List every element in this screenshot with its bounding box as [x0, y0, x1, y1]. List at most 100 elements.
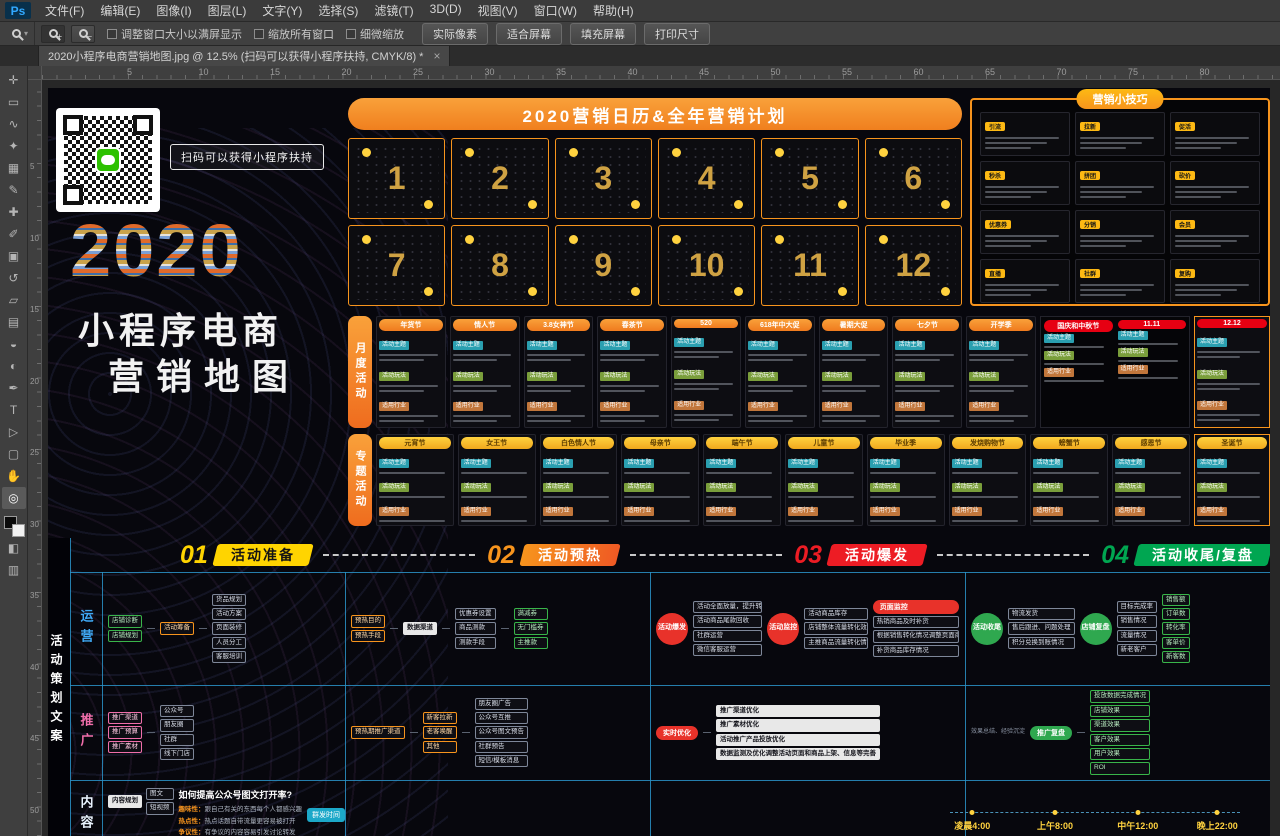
- calendar-month-12: 12: [865, 225, 962, 306]
- text-line: [600, 420, 645, 422]
- options-button-2[interactable]: 填充屏幕: [570, 23, 636, 45]
- cell-operations-phase4: 活动收尾物流发货售后跟进、问题处理积分兑换到账情况店铺复盘目标完成率销售情况流量…: [965, 574, 1270, 683]
- holiday-name: 母亲节: [624, 437, 696, 449]
- map-node: 积分兑换到账情况: [1008, 637, 1075, 649]
- timeline-time: 晚上22:00: [1195, 819, 1241, 832]
- text-line: [985, 196, 1031, 198]
- zoom-out-button[interactable]: −: [71, 25, 95, 43]
- ruler-mark: 30: [30, 521, 39, 529]
- menu-item-2[interactable]: 图像(I): [148, 0, 199, 21]
- brush-tool[interactable]: ✐: [2, 223, 26, 245]
- checkbox-box-icon[interactable]: [107, 29, 117, 39]
- screen-mode-toggle[interactable]: ▥: [2, 559, 26, 581]
- eyedropper-tool[interactable]: ✎: [2, 179, 26, 201]
- menu-item-0[interactable]: 文件(F): [37, 0, 92, 21]
- holiday-name: 发烧购物节: [952, 437, 1024, 449]
- festival-dot: [528, 287, 537, 296]
- option-checkbox-1[interactable]: 缩放所有窗口: [254, 26, 334, 42]
- checkbox-box-icon[interactable]: [254, 29, 264, 39]
- holiday-card: 发烧购物节活动主题活动玩法适用行业: [949, 434, 1027, 526]
- shape-tool[interactable]: ▢: [2, 443, 26, 465]
- hand-tool[interactable]: ✋: [2, 465, 26, 487]
- map-node: 社群: [160, 734, 194, 746]
- options-button-3[interactable]: 打印尺寸: [644, 23, 710, 45]
- phase-01: 01活动准备: [180, 541, 311, 570]
- move-tool[interactable]: ✛: [2, 69, 26, 91]
- option-checkbox-0[interactable]: 调整窗口大小以满屏显示: [107, 26, 242, 42]
- holiday-section: 活动主题: [1033, 451, 1105, 475]
- section-chip: 活动主题: [748, 341, 778, 350]
- text-line: [985, 142, 1047, 144]
- clone-stamp-tool[interactable]: ▣: [2, 245, 26, 267]
- quick-select-tool[interactable]: ✦: [2, 135, 26, 157]
- text-line: [1080, 137, 1154, 139]
- holiday-card: 端午节活动主题活动玩法适用行业: [703, 434, 781, 526]
- holiday-section: 适用行业: [1197, 499, 1267, 523]
- section-chip: 活动玩法: [1197, 483, 1227, 492]
- document-tab[interactable]: 2020小程序电商营销地图.jpg @ 12.5% (扫码可以获得小程序扶持, …: [38, 46, 450, 66]
- menu-item-6[interactable]: 滤镜(T): [366, 0, 421, 21]
- map-node: 推广预算: [108, 726, 142, 738]
- quick-mask-toggle[interactable]: ◧: [2, 537, 26, 559]
- menu-item-9[interactable]: 窗口(W): [526, 0, 585, 21]
- lasso-tool[interactable]: ∿: [2, 113, 26, 135]
- section-chip: 适用行业: [822, 402, 852, 411]
- eraser-tool[interactable]: ▱: [2, 289, 26, 311]
- ruler-mark: 10: [199, 67, 209, 77]
- document-canvas[interactable]: 扫码可以获得小程序扶持 2020 小程序电商 营销地图 2020营销日历&全年营…: [42, 80, 1280, 836]
- calendar-grid: 123456789101112: [348, 138, 962, 306]
- holiday-section: 活动主题: [674, 330, 738, 362]
- pen-tool[interactable]: ✒: [2, 377, 26, 399]
- color-swatches[interactable]: [3, 515, 25, 537]
- path-select-tool[interactable]: ▷: [2, 421, 26, 443]
- dodge-tool[interactable]: ◐: [2, 355, 26, 377]
- marquee-tool[interactable]: ▭: [2, 91, 26, 113]
- blur-tool[interactable]: ◒: [2, 333, 26, 355]
- menu-item-8[interactable]: 视图(V): [470, 0, 526, 21]
- holiday-section: 适用行业: [969, 394, 1033, 425]
- text-line: [1175, 191, 1237, 193]
- text-line: [1175, 245, 1221, 247]
- qr-finder-mark: [63, 185, 83, 205]
- tab-close-icon[interactable]: ×: [433, 49, 440, 63]
- option-checkbox-2[interactable]: 细微缩放: [346, 26, 404, 42]
- qr-finder-mark: [63, 115, 83, 135]
- menu-item-7[interactable]: 3D(D): [422, 0, 470, 21]
- section-chip: 活动主题: [600, 341, 630, 350]
- map-node: 新老客户: [1117, 644, 1158, 656]
- holiday-name: 白色情人节: [543, 437, 615, 449]
- zoom-in-button[interactable]: +: [41, 25, 65, 43]
- holiday-section: 活动玩法: [379, 364, 443, 395]
- holiday-section: 活动玩法: [600, 364, 664, 395]
- holiday-name: 12.12: [1197, 319, 1267, 328]
- background-color-swatch[interactable]: [12, 524, 25, 537]
- poster-artwork: 扫码可以获得小程序扶持 2020 小程序电商 营销地图 2020营销日历&全年营…: [48, 88, 1270, 836]
- menu-item-4[interactable]: 文字(Y): [254, 0, 310, 21]
- map-node: 无门槛券: [514, 622, 548, 634]
- zoom-tool[interactable]: ◎: [2, 487, 26, 509]
- map-node: 优惠券设置: [455, 608, 496, 620]
- options-button-1[interactable]: 适合屏幕: [496, 23, 562, 45]
- ruler-mark: 30: [485, 67, 495, 77]
- holiday-section: 适用行业: [1115, 499, 1187, 523]
- crop-tool[interactable]: ▦: [2, 157, 26, 179]
- holiday-card: 开学季活动主题活动玩法适用行业: [966, 316, 1036, 428]
- menu-item-3[interactable]: 图层(L): [200, 0, 255, 21]
- holiday-section: 适用行业: [600, 394, 664, 425]
- menu-item-10[interactable]: 帮助(H): [585, 0, 642, 21]
- options-button-0[interactable]: 实际像素: [422, 23, 488, 45]
- map-node: 推广渠道优化: [716, 705, 880, 717]
- zoom-tool-preset[interactable]: ▾: [6, 22, 35, 45]
- holiday-card-12.12: 12.12活动主题活动玩法适用行业: [1194, 316, 1270, 428]
- heal-tool[interactable]: ✚: [2, 201, 26, 223]
- holiday-section: 活动玩法: [706, 475, 778, 499]
- menu-item-1[interactable]: 编辑(E): [92, 0, 148, 21]
- checkbox-box-icon[interactable]: [346, 29, 356, 39]
- menu-item-5[interactable]: 选择(S): [310, 0, 366, 21]
- type-tool[interactable]: T: [2, 399, 26, 421]
- festival-dot: [362, 148, 371, 157]
- text-line: [453, 385, 512, 387]
- holiday-section: 适用行业: [543, 499, 615, 523]
- gradient-tool[interactable]: ▤: [2, 311, 26, 333]
- history-brush-tool[interactable]: ↺: [2, 267, 26, 289]
